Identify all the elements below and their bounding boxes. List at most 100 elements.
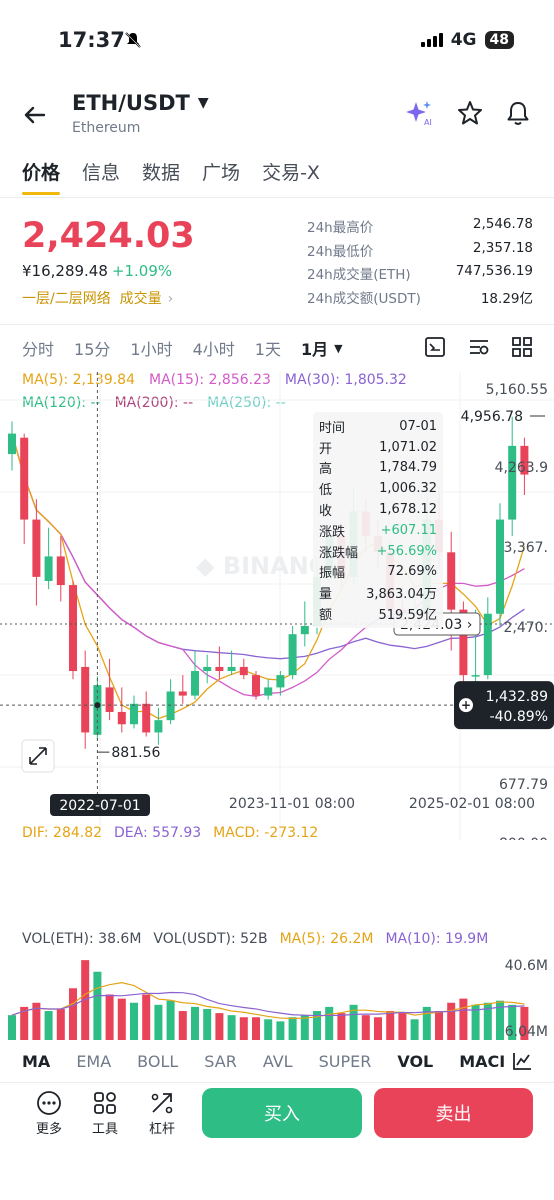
tab-4[interactable]: 交易-X [262,158,320,195]
tooltip-row: 高 1,784.79 [319,458,437,479]
candle-body [447,552,456,610]
tooltip-value: +56.69% [376,543,437,559]
tab-1[interactable]: 信息 [82,158,120,195]
indicator-tabs: MA EMA BOLL SAR AVL SUPER VOL MACI [22,1052,505,1071]
tooltip-value: 519.59亿 [378,608,438,624]
tooltip-key: 涨跌幅 [319,545,359,561]
indicator-tab-maci[interactable]: MACI [459,1052,505,1071]
vol-ma10-label: MA(10): 19.9M [385,931,489,947]
candle-body [191,671,199,696]
indicator-tab-ema[interactable]: EMA [76,1052,111,1071]
volume-bar [288,1017,297,1040]
indicator-tab-boll[interactable]: BOLL [137,1052,178,1071]
timeframe-3[interactable]: 4小时 [193,336,235,360]
l1l2-tag: 一层/二层网络 [22,291,111,307]
stat-value: 747,536.19 [455,263,533,279]
divider [0,1082,554,1083]
plus-icon: + [461,698,471,712]
stats-panel: 24h最高价 2,546.78 24h最低价 2,357.18 24h成交量(ETH) 7… [307,216,533,310]
candle-body [166,691,175,721]
candle-body [81,666,90,733]
candle-body [264,687,273,696]
candle-body [130,703,138,725]
vol-axis-bottom: 6.04M [505,1024,548,1040]
stat-value: 18.29亿 [480,290,533,307]
timeframe-1[interactable]: 15分 [74,336,110,360]
indicator-tab-vol[interactable]: VOL [397,1052,433,1071]
candle-body [154,720,163,733]
vol-axis-top: 40.6M [505,958,548,974]
timeframe-5[interactable]: 1月 [301,336,328,360]
divider [0,324,554,325]
tools-button[interactable]: 工具 [85,1090,125,1137]
star-icon[interactable] [455,98,485,128]
indicator-tab-ma[interactable]: MA [22,1052,50,1071]
volume-chart: 40.6M 6.04M [8,958,548,1040]
stat-label: 24h成交额(USDT) [307,290,421,307]
layout-grid-icon[interactable] [511,336,533,358]
indicator-settings-icon[interactable] [468,336,490,358]
ai-sparkle-icon[interactable]: AI [404,98,434,128]
volume-bar [374,1017,382,1040]
tooltip-row: 额 519.59亿 [319,603,437,624]
volume-bar [276,1021,285,1040]
low-marker: 881.56 [111,745,160,761]
volume-bar [93,971,102,1040]
mute-icon [124,31,142,53]
stat-label: 24h成交量(ETH) [307,267,411,283]
kline-chart[interactable]: ◆ BINANCE5,160.554,263.93,367.2,470.677.… [0,372,554,840]
price-axis-label: 4,263.9 [495,460,548,476]
candle-body [44,556,53,581]
volume-bar [154,1004,163,1040]
volume-bar [56,1008,65,1040]
timeframe-2[interactable]: 1小时 [130,336,172,360]
indicator-chart-icon[interactable] [511,1050,533,1076]
back-arrow-icon[interactable] [20,100,50,130]
tooltip-key: 开 [319,441,333,457]
candle-body [215,666,224,672]
price-axis-label: 2,470. [503,620,548,636]
stat-row: 24h最低价 2,357.18 [307,240,533,264]
candle-body [203,666,212,672]
tooltip-key: 时间 [319,420,346,436]
volume-bar [386,1011,395,1040]
candle-body [276,675,285,688]
indicator-tab-super[interactable]: SUPER [319,1052,372,1071]
sell-button[interactable]: 卖出 [374,1088,533,1138]
indicator-tab-avl[interactable]: AVL [263,1052,293,1071]
tag-link[interactable]: 一层/二层网络 成交量 › [22,288,173,308]
chevron-right-icon: › [167,291,174,307]
signal-icon [420,33,443,47]
timeframe-4[interactable]: 1天 [255,336,281,360]
indicator-tab-sar[interactable]: SAR [204,1052,237,1071]
tooltip-value: 1,784.79 [379,460,437,476]
tooltip-row: 收 1,678.12 [319,499,437,520]
volume-bar [203,1008,212,1040]
chart-settings-icon[interactable] [424,336,446,358]
timeframe-0[interactable]: 分时 [22,336,54,360]
pair-selector[interactable]: ETH/USDT ▼ [72,91,209,115]
volume-bar [410,1019,419,1040]
battery-icon: 48 [484,31,514,49]
buy-button[interactable]: 买入 [202,1088,362,1138]
volume-bar [117,998,126,1040]
ohlc-tooltip: 时间 07-01 开 1,071.02 高 1,784.79 低 1,006.32 收 1,678… [313,412,443,628]
tooltip-key: 涨跌 [319,524,346,540]
tab-2[interactable]: 数据 [142,158,180,195]
dif-label: DIF: 284.82 [22,825,103,841]
tooltip-row: 量 3,863.04万 [319,582,437,603]
more-button[interactable]: 更多 [29,1090,69,1137]
leverage-button[interactable]: 杠杆 [142,1090,182,1137]
stat-value: 2,546.78 [472,216,533,232]
pair-name: Ethereum [72,120,141,136]
volume-bar [105,994,114,1040]
candle-body [483,613,492,676]
tab-3[interactable]: 广场 [202,158,240,195]
macd-legend: DIF: 284.82 DEA: 557.93 MACD: -273.12 [22,825,318,841]
tooltip-value: 72.69% [387,564,437,580]
tab-0[interactable]: 价格 [22,158,61,195]
bell-icon[interactable] [503,98,533,128]
expand-icon [21,739,55,773]
candle-body [239,666,248,676]
tooltip-value: +607.11 [380,522,437,538]
